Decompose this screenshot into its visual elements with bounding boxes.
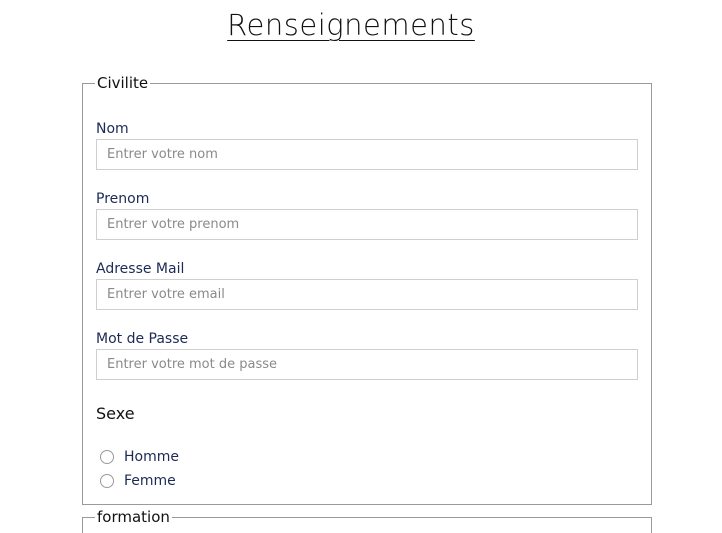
prenom-label: Prenom bbox=[96, 191, 150, 207]
formation-fieldset: formation bbox=[82, 507, 652, 533]
radio-homme-label: Homme bbox=[124, 449, 179, 465]
prenom-input[interactable] bbox=[96, 209, 638, 240]
nom-input[interactable] bbox=[96, 139, 638, 170]
radio-homme-circle[interactable] bbox=[100, 450, 114, 464]
email-input[interactable] bbox=[96, 279, 638, 310]
civilite-legend: Civilite bbox=[95, 73, 151, 93]
radio-homme[interactable]: Homme bbox=[100, 447, 179, 467]
radio-femme-label: Femme bbox=[124, 473, 176, 489]
email-label: Adresse Mail bbox=[96, 261, 185, 277]
page-title: Renseignements bbox=[227, 8, 475, 42]
formation-legend: formation bbox=[95, 507, 172, 527]
radio-femme[interactable]: Femme bbox=[100, 471, 176, 491]
radio-femme-circle[interactable] bbox=[100, 474, 114, 488]
sexe-label: Sexe bbox=[96, 404, 135, 423]
password-input[interactable] bbox=[96, 349, 638, 380]
password-label: Mot de Passe bbox=[96, 331, 189, 347]
nom-label: Nom bbox=[96, 121, 129, 137]
